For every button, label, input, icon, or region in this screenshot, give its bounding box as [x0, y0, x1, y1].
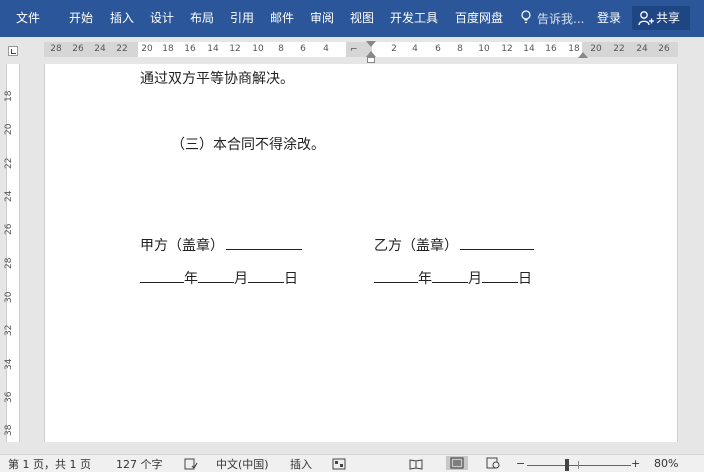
ruler-tick: 34 — [4, 358, 14, 370]
lightbulb-icon[interactable] — [521, 10, 531, 24]
party-a-date[interactable]: 年月日 — [140, 269, 298, 288]
day-label: 日 — [284, 271, 298, 287]
tell-me-input[interactable]: 告诉我... — [537, 10, 584, 27]
tab-insert[interactable]: 插入 — [110, 10, 134, 26]
tab-stop-icon[interactable]: ⌐ — [350, 45, 358, 55]
paragraph-dispute[interactable]: 通过双方平等协商解决。 — [140, 70, 294, 88]
ruler-tick: 36 — [4, 391, 14, 403]
zoom-slider-center-mark — [578, 461, 579, 469]
zoom-level[interactable]: 80% — [654, 457, 678, 471]
ruler-tick: 10 — [478, 44, 490, 54]
insert-mode[interactable]: 插入 — [290, 458, 312, 472]
ruler-tick: 20 — [4, 123, 14, 135]
read-mode-icon[interactable] — [409, 458, 423, 470]
ruler-tick: 28 — [50, 44, 62, 54]
year-label: 年 — [418, 271, 432, 287]
ruler-tick: 28 — [4, 257, 14, 269]
ruler-tick: 22 — [613, 44, 625, 54]
month-blank — [198, 269, 234, 283]
ribbon-bar: 文件 开始 插入 设计 布局 引用 邮件 审阅 视图 开发工具 百度网盘 告诉我… — [0, 0, 704, 37]
party-a-blank — [226, 236, 302, 250]
ruler-tick: 2 — [391, 44, 397, 54]
party-b-signature[interactable]: 乙方（盖章） — [374, 236, 534, 255]
language-indicator[interactable]: 中文(中国) — [216, 458, 269, 472]
tab-layout[interactable]: 布局 — [190, 10, 214, 26]
party-a-label: 甲方（盖章） — [140, 238, 224, 254]
ruler-tick: 18 — [4, 90, 14, 102]
ruler-tick: 6 — [300, 44, 306, 54]
tab-selector-icon[interactable] — [8, 46, 18, 56]
paragraph-no-alteration[interactable]: （三）本合同不得涂改。 — [171, 136, 325, 154]
zoom-in-button[interactable]: + — [631, 457, 640, 471]
tab-developer[interactable]: 开发工具 — [390, 10, 438, 26]
right-indent-handle[interactable] — [578, 52, 588, 58]
tab-design[interactable]: 设计 — [150, 10, 174, 26]
document-page[interactable]: 通过双方平等协商解决。 （三）本合同不得涂改。 甲方（盖章） 乙方（盖章） 年 月… — [44, 64, 678, 442]
ruler-tick: 20 — [590, 44, 602, 54]
tab-mailings[interactable]: 邮件 — [270, 10, 294, 26]
proofing-icon[interactable] — [184, 458, 198, 470]
ruler-tick: 20 — [141, 44, 153, 54]
zoom-slider[interactable] — [527, 465, 631, 466]
party-b-date[interactable]: 年月日 — [374, 269, 532, 288]
ruler-tick: 26 — [72, 44, 84, 54]
ruler-tick: 22 — [4, 157, 14, 169]
year-blank — [140, 269, 184, 283]
ruler-tick: 16 — [184, 44, 196, 54]
ruler-tick: 14 — [207, 44, 219, 54]
day-blank — [248, 269, 284, 283]
ruler-tick: 30 — [4, 291, 14, 303]
tab-home[interactable]: 开始 — [69, 10, 93, 26]
ruler-tick: 8 — [278, 44, 284, 54]
login-button[interactable]: 登录 — [597, 10, 621, 26]
day-blank — [482, 269, 518, 283]
party-a-signature[interactable]: 甲方（盖章） — [140, 236, 302, 255]
status-bar: 第 1 页，共 1 页 127 个字 中文(中国) 插入 — [0, 454, 704, 472]
ruler-tick: 14 — [523, 44, 535, 54]
tab-references[interactable]: 引用 — [230, 10, 254, 26]
month-label: 月 — [234, 271, 248, 287]
ruler-tick: 22 — [116, 44, 128, 54]
ruler-tick: 24 — [4, 190, 14, 202]
year-blank — [374, 269, 418, 283]
ruler-tick: 26 — [658, 44, 670, 54]
share-label: 共享 — [656, 11, 681, 25]
word-count[interactable]: 127 个字 — [116, 458, 163, 472]
zoom-out-button[interactable]: − — [516, 457, 525, 471]
ruler-tick: 32 — [4, 324, 14, 336]
ruler-tick: 24 — [636, 44, 648, 54]
ruler-tick: 26 — [4, 223, 14, 235]
first-line-indent-handle[interactable] — [366, 41, 376, 47]
ruler-tick: 18 — [162, 44, 174, 54]
ruler-tick: 4 — [412, 44, 418, 54]
month-blank — [432, 269, 468, 283]
month-label: 月 — [468, 271, 482, 287]
ruler-tick: 12 — [229, 44, 241, 54]
tab-review[interactable]: 审阅 — [310, 10, 334, 26]
day-label: 日 — [518, 271, 532, 287]
ruler-tick: 4 — [323, 44, 329, 54]
party-b-blank — [460, 236, 534, 250]
ruler-tick: 10 — [252, 44, 264, 54]
ruler-tick: 8 — [457, 44, 463, 54]
ruler-tick: 12 — [501, 44, 513, 54]
year-label: 年 — [184, 271, 198, 287]
person-add-icon — [638, 11, 654, 26]
macro-icon[interactable] — [332, 458, 346, 470]
ruler-tick: 16 — [545, 44, 557, 54]
left-indent-handle[interactable] — [367, 57, 375, 63]
zoom-slider-thumb[interactable] — [565, 459, 569, 471]
ruler-tick: 6 — [435, 44, 441, 54]
print-layout-icon[interactable] — [450, 457, 464, 469]
page-count[interactable]: 第 1 页，共 1 页 — [8, 458, 91, 472]
party-b-label: 乙方（盖章） — [374, 238, 458, 254]
share-button[interactable]: 共享 — [632, 6, 690, 30]
tab-baidu-netdisk[interactable]: 百度网盘 — [455, 10, 503, 26]
tab-file[interactable]: 文件 — [16, 10, 40, 26]
web-layout-icon[interactable] — [486, 457, 500, 469]
tab-view[interactable]: 视图 — [350, 10, 374, 26]
ruler-tick: 24 — [94, 44, 106, 54]
ruler-tick: 38 — [4, 424, 14, 436]
